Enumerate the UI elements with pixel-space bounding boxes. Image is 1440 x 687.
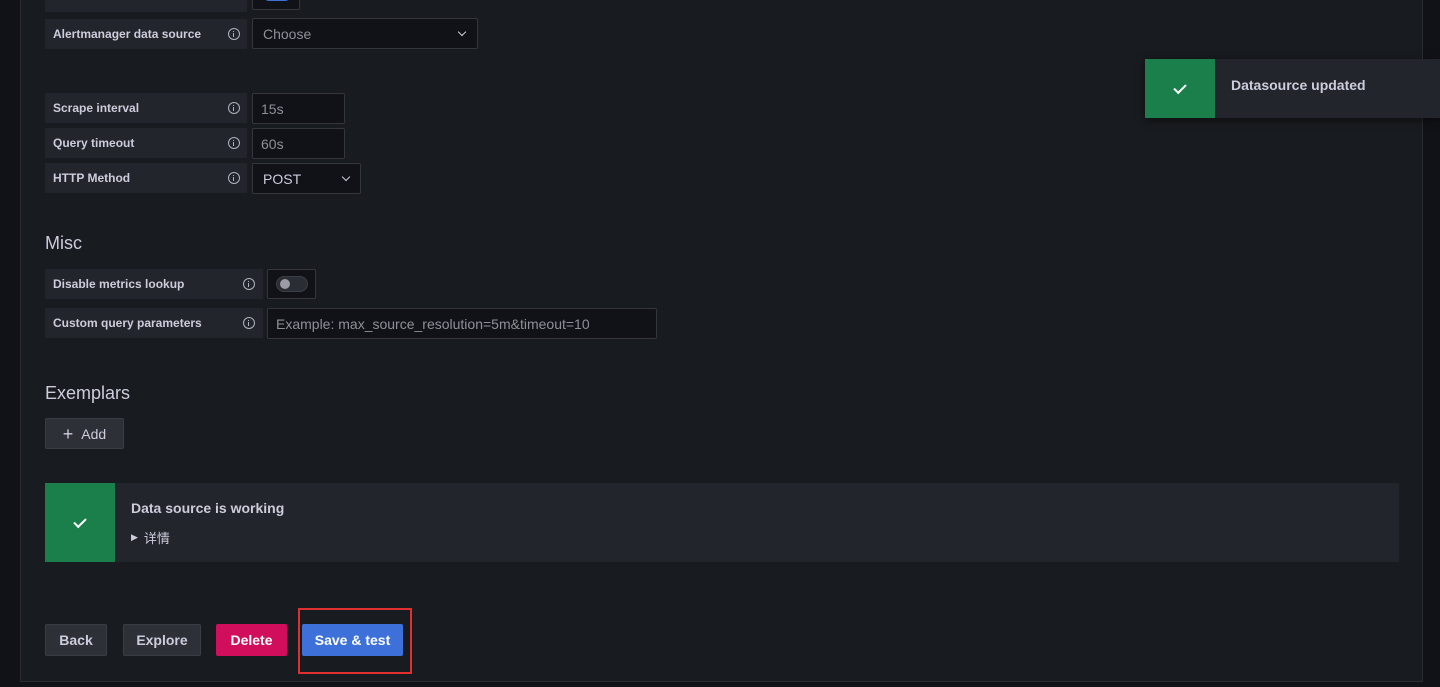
query-timeout-placeholder: 60s	[261, 135, 284, 152]
save-and-test-button[interactable]: Save & test	[302, 624, 403, 656]
custom-query-params-placeholder: Example: max_source_resolution=5m&timeou…	[276, 315, 590, 332]
info-icon[interactable]	[243, 278, 255, 290]
add-exemplar-label: Add	[81, 425, 107, 442]
alertmanager-select[interactable]: Choose	[252, 18, 478, 49]
toast-notification: Datasource updated	[1145, 59, 1440, 118]
http-method-select[interactable]: POST	[252, 163, 361, 194]
disable-metrics-lookup-toggle[interactable]	[267, 269, 316, 299]
query-timeout-input[interactable]: 60s	[252, 128, 345, 159]
misc-section-title: Misc	[45, 233, 82, 253]
check-icon	[73, 514, 87, 528]
check-icon	[1173, 80, 1187, 94]
custom-query-params-input[interactable]: Example: max_source_resolution=5m&timeou…	[267, 308, 657, 339]
back-button[interactable]: Back	[45, 624, 107, 656]
scrape-interval-input[interactable]: 15s	[252, 93, 345, 124]
status-details-toggle[interactable]: ▶ 详情	[131, 528, 284, 547]
exemplars-section-title: Exemplars	[45, 383, 131, 403]
plus-icon: +	[62, 423, 74, 444]
chevron-down-icon	[457, 27, 467, 37]
toggle-knob	[280, 279, 290, 289]
scrape-interval-placeholder: 15s	[261, 100, 284, 117]
alertmanager-select-placeholder: Choose	[263, 25, 312, 42]
scrape-interval-label: Scrape interval	[45, 93, 247, 123]
explore-button-label: Explore	[136, 632, 188, 648]
info-icon[interactable]	[228, 137, 240, 149]
status-alert: Data source is working ▶ 详情	[45, 483, 1399, 562]
explore-button[interactable]: Explore	[123, 624, 201, 656]
custom-query-params-label: Custom query parameters	[45, 308, 263, 338]
toast-message: Datasource updated	[1231, 77, 1366, 93]
query-timeout-label-text: Query timeout	[53, 136, 135, 150]
delete-button[interactable]: Delete	[216, 624, 287, 656]
save-and-test-button-label: Save & test	[314, 632, 391, 648]
info-icon[interactable]	[228, 28, 240, 40]
info-icon[interactable]	[228, 172, 240, 184]
delete-button-label: Delete	[230, 632, 273, 648]
alertmanager-label-text: Alertmanager data source	[53, 27, 202, 41]
toggle-cut[interactable]	[252, 0, 300, 10]
field-label-cut	[45, 0, 247, 12]
http-method-value: POST	[263, 170, 302, 187]
alertmanager-label: Alertmanager data source	[45, 19, 247, 49]
disable-metrics-lookup-label-text: Disable metrics lookup	[53, 277, 185, 291]
status-title: Data source is working	[131, 500, 285, 516]
disable-metrics-lookup-label: Disable metrics lookup	[45, 269, 263, 299]
info-icon[interactable]	[228, 102, 240, 114]
info-icon[interactable]	[243, 317, 255, 329]
http-method-label-text: HTTP Method	[53, 171, 131, 185]
toggle-track	[276, 276, 308, 292]
add-exemplar-button[interactable]: + Add	[45, 418, 124, 449]
status-icon-box	[45, 483, 115, 562]
chevron-down-icon	[341, 172, 351, 182]
status-details-label: 详情	[143, 531, 170, 546]
scrape-interval-label-text: Scrape interval	[53, 101, 140, 115]
http-method-label: HTTP Method	[45, 163, 247, 193]
triangle-right-icon: ▶	[131, 532, 138, 542]
toast-icon-box	[1145, 59, 1215, 118]
custom-query-params-label-text: Custom query parameters	[53, 316, 202, 330]
back-button-label: Back	[59, 632, 93, 648]
query-timeout-label: Query timeout	[45, 128, 247, 158]
